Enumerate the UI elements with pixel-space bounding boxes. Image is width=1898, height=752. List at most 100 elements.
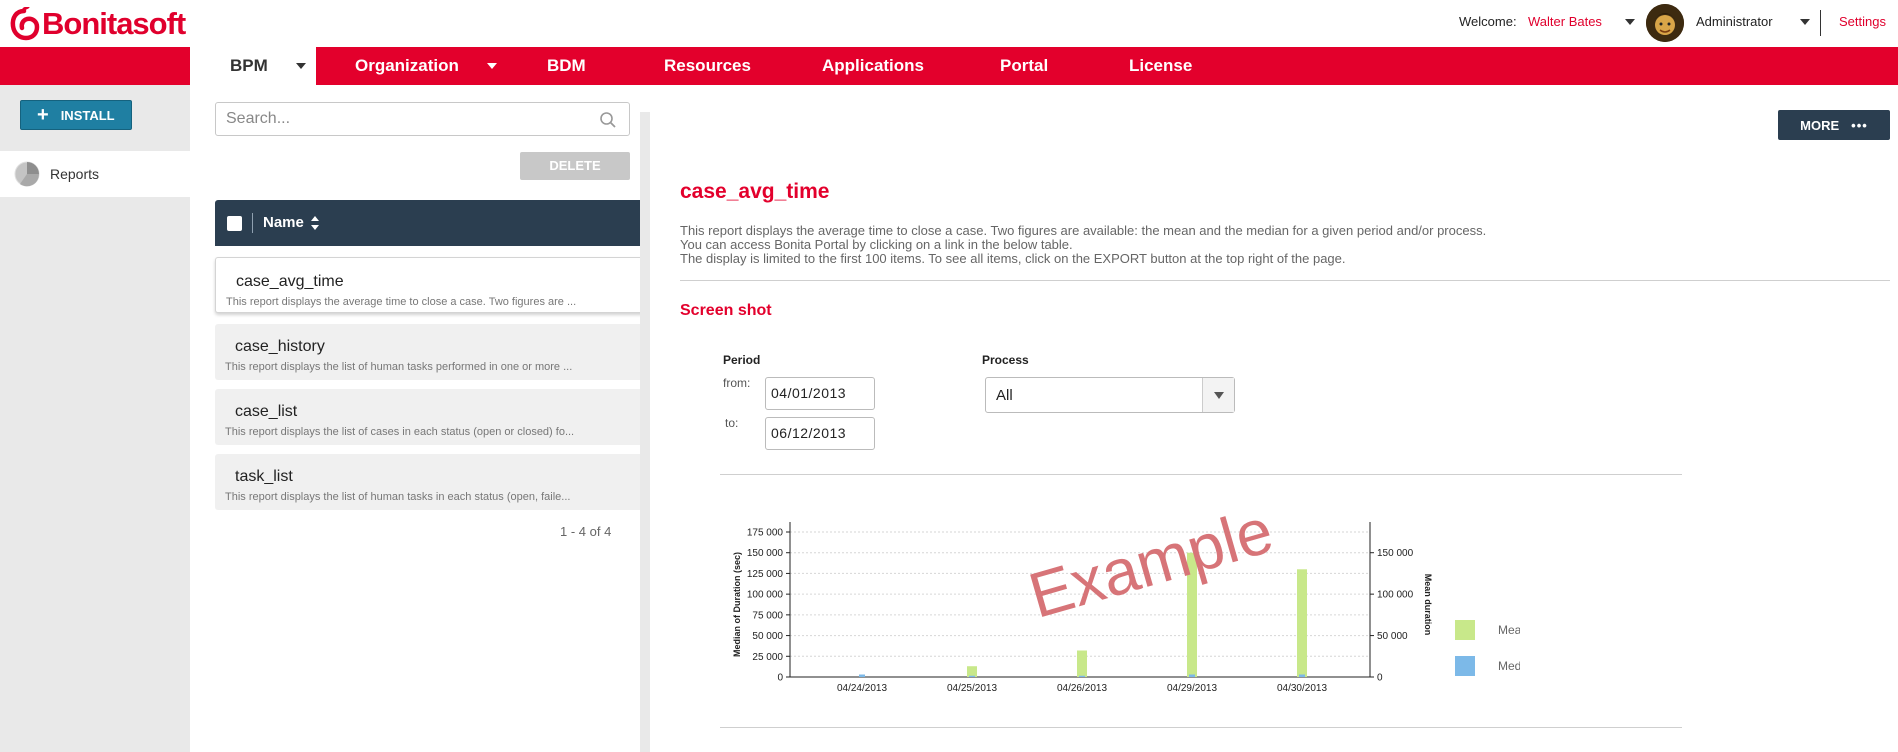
search-field[interactable]	[215, 102, 630, 136]
bar-mean	[967, 666, 977, 677]
bar-median	[969, 675, 975, 677]
list-item-title: case_avg_time	[236, 273, 344, 290]
delete-button[interactable]: DELETE	[520, 152, 630, 180]
report-desc-line: This report displays the average time to…	[680, 223, 1487, 238]
avatar	[1646, 4, 1684, 42]
name-column-header[interactable]: Name	[263, 214, 304, 231]
page-title: case_avg_time	[680, 180, 830, 203]
chart-bottom-divider	[720, 727, 1682, 728]
avatar-image-icon	[1646, 4, 1684, 42]
to-date-field[interactable]: 06/12/2013	[765, 417, 875, 450]
pagination-info: 1 - 4 of 4	[560, 524, 612, 539]
top-bar: Bonitasoft Welcome: Walter Bates Adminis…	[0, 0, 1898, 47]
install-label: INSTALL	[60, 107, 115, 123]
list-item-title: task_list	[235, 468, 293, 485]
y-tick-label: 175 000	[747, 528, 784, 539]
left-sidebar: + INSTALL Reports	[0, 85, 190, 752]
more-button[interactable]: MORE •••	[1778, 110, 1890, 140]
report-desc-line: You can access Bonita Portal by clicking…	[680, 237, 1073, 252]
list-item-desc: This report displays the average time to…	[226, 296, 577, 308]
bar-mean	[1297, 569, 1307, 677]
watermark-text: Example	[1021, 494, 1280, 632]
more-label: MORE	[1800, 117, 1840, 133]
bonitasoft-logo[interactable]: Bonitasoft	[8, 6, 186, 42]
organization-chevron-down-icon[interactable]	[487, 63, 497, 69]
from-date-field[interactable]: 04/01/2013	[765, 377, 875, 410]
tab-bdm[interactable]: BDM	[547, 47, 586, 85]
y-tick-label: 125 000	[747, 569, 784, 580]
user-menu-chevron-icon[interactable]	[1625, 19, 1635, 25]
search-icon[interactable]	[599, 111, 617, 129]
tab-organization[interactable]: Organization	[355, 47, 459, 85]
list-item[interactable]: case_avg_time This report displays the a…	[215, 257, 650, 313]
install-button[interactable]: + INSTALL	[20, 100, 132, 130]
legend-label: Mean	[1498, 623, 1520, 637]
settings-link[interactable]: Settings	[1839, 14, 1886, 29]
table-header: Name	[215, 200, 650, 246]
y-tick-label: 150 000	[747, 548, 784, 559]
legend-label: Median	[1498, 659, 1520, 673]
search-input[interactable]	[216, 103, 566, 135]
y2-tick-label: 150 000	[1377, 548, 1414, 559]
profile-chevron-icon[interactable]	[1800, 19, 1810, 25]
list-item-desc: This report displays the list of human t…	[225, 491, 571, 503]
tab-resources[interactable]: Resources	[664, 47, 751, 85]
tab-license[interactable]: License	[1129, 47, 1192, 85]
y-tick-label: 25 000	[752, 652, 783, 663]
process-label: Process	[982, 353, 1029, 367]
report-description: This report displays the average time to…	[680, 224, 1486, 266]
legend-swatch	[1455, 656, 1475, 676]
list-item[interactable]: task_list This report displays the list …	[215, 454, 650, 510]
report-desc-line: The display is limited to the first 100 …	[680, 251, 1346, 266]
bpm-chevron-down-icon[interactable]	[296, 63, 306, 69]
x-tick-label: 04/29/2013	[1167, 683, 1217, 694]
plus-icon: +	[37, 104, 49, 126]
tab-portal[interactable]: Portal	[1000, 47, 1048, 85]
bar-median	[1079, 675, 1085, 677]
brand-name: Bonitasoft	[42, 6, 186, 41]
welcome-label: Welcome:	[1459, 14, 1517, 29]
process-select-toggle[interactable]	[1202, 378, 1234, 412]
pie-chart-icon	[14, 161, 40, 187]
y2-tick-label: 100 000	[1377, 590, 1414, 601]
screenshot-heading: Screen shot	[680, 302, 772, 319]
bar-median	[1189, 674, 1195, 677]
x-tick-label: 04/25/2013	[947, 683, 997, 694]
sidebar-item-label: Reports	[50, 166, 100, 182]
list-item[interactable]: case_list This report displays the list …	[215, 389, 650, 445]
from-label: from:	[723, 376, 751, 390]
bonitasoft-logo-icon	[10, 7, 40, 41]
bar-median	[1299, 674, 1305, 677]
user-name-menu[interactable]: Walter Bates	[1528, 14, 1602, 29]
list-item-desc: This report displays the list of human t…	[225, 361, 573, 373]
tab-bpm[interactable]: BPM	[190, 47, 316, 85]
legend-swatch	[1455, 620, 1475, 640]
sidebar-item-reports[interactable]: Reports	[0, 151, 190, 197]
y2-tick-label: 50 000	[1377, 631, 1408, 642]
detail-divider	[680, 280, 1890, 281]
header-separator	[252, 213, 253, 233]
list-item-title: case_list	[235, 403, 298, 420]
y-tick-label: 50 000	[752, 631, 783, 642]
bar-median	[859, 674, 865, 677]
profile-menu[interactable]: Administrator	[1696, 14, 1773, 29]
list-item-title: case_history	[235, 338, 325, 355]
y-tick-label: 75 000	[752, 610, 783, 621]
x-tick-label: 04/26/2013	[1057, 683, 1107, 694]
process-select[interactable]: All	[985, 377, 1235, 413]
more-dots-icon: •••	[1851, 117, 1868, 133]
tab-applications[interactable]: Applications	[822, 47, 924, 85]
y-tick-label: 100 000	[747, 590, 784, 601]
y-tick-label: 0	[777, 673, 783, 684]
tab-bpm-label: BPM	[230, 56, 268, 75]
y-axis-title: Median of Duration (sec)	[732, 552, 742, 657]
list-item[interactable]: case_history This report displays the li…	[215, 324, 650, 380]
process-select-value: All	[996, 387, 1013, 404]
chevron-down-icon	[1214, 392, 1224, 399]
x-tick-label: 04/30/2013	[1277, 683, 1327, 694]
y2-axis-title: Mean duration	[1423, 574, 1433, 636]
x-tick-label: 04/24/2013	[837, 683, 887, 694]
sort-icon[interactable]	[310, 215, 320, 231]
to-label: to:	[725, 416, 739, 430]
select-all-checkbox[interactable]	[227, 216, 242, 231]
